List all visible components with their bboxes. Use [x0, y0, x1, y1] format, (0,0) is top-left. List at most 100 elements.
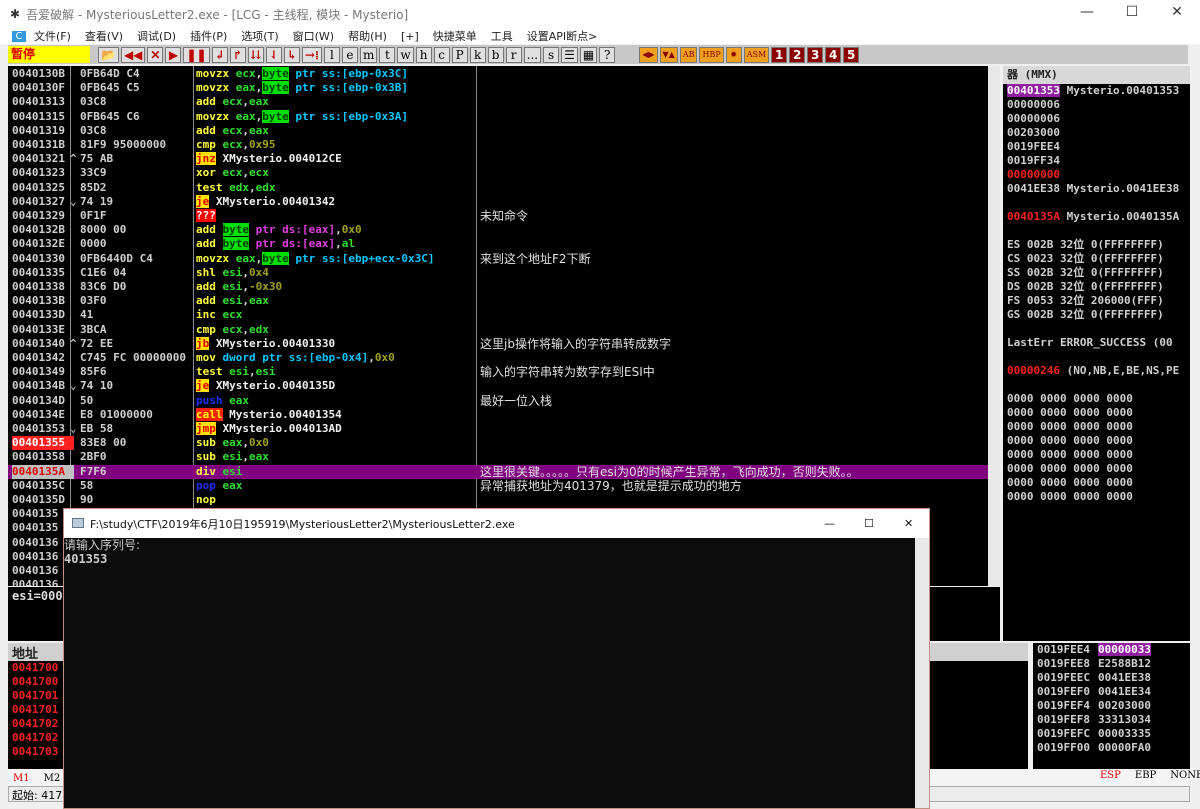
window-button-b[interactable]: b [487, 46, 504, 63]
register-line[interactable] [1003, 322, 1190, 336]
toolbar-button[interactable]: ✕ [147, 46, 164, 63]
toolbar-button[interactable]: ⇃ [265, 46, 282, 63]
menu-item[interactable]: 帮助(H) [348, 28, 387, 44]
menu-item[interactable]: 选项(T) [241, 28, 278, 44]
register-line[interactable]: 0041EE38 Mysterio.0041EE38 [1003, 182, 1190, 196]
menu-item[interactable]: 文件(F) [34, 28, 71, 44]
console-minimize-button[interactable]: — [824, 517, 835, 530]
disasm-row[interactable]: 00401329 0F1F??? 未知命令 [8, 209, 988, 223]
console-close-button[interactable]: ✕ [904, 517, 913, 530]
menu-item[interactable]: 查看(V) [85, 28, 123, 44]
disasm-row[interactable]: 00401325 85D2 test edx,edx [8, 181, 988, 195]
window-button-w[interactable]: w [397, 46, 414, 63]
toolbar-extra-button[interactable]: ? [599, 46, 616, 63]
disasm-row[interactable]: 00401321 ^ 75 AB jnz XMysterio.004012CE [8, 152, 988, 166]
disasm-row[interactable]: 00401340 ^ 72 EE jb XMysterio.00401330 这里jb操… [8, 336, 988, 351]
disasm-row[interactable]: 0040135C 58 pop eax 异常捕获地址为401379，也就是提示成功的地… [8, 479, 988, 493]
disasm-row[interactable]: 00401315 0FB645 C6 movzx eax,byte ptr ss:[… [8, 109, 988, 124]
menu-item[interactable]: 设置API断点> [527, 28, 598, 44]
stack-mode-ebp[interactable]: EBP [1135, 770, 1156, 781]
stack-row[interactable]: 0019FEF0 0041EE34 [1033, 685, 1190, 699]
register-line[interactable]: 0000 0000 0000 0000 [1003, 462, 1190, 476]
disasm-row[interactable]: 0040135D 90 nop [8, 493, 988, 507]
disasm-row[interactable]: 00401330 0FB6440D C4 movzx eax,byte ptr ss… [8, 251, 988, 266]
disasm-row[interactable]: 0040135A F7F6 div esi 这里很关键。。。。。只有esi为0的时候产… [8, 464, 988, 479]
disasm-row[interactable]: 0040131B 81F9 95000000 cmp ecx,0x95 [8, 138, 988, 152]
menu-item[interactable]: 窗口(W) [293, 28, 334, 44]
menu-item[interactable]: 调试(D) [137, 28, 176, 44]
disasm-row[interactable]: 0040130F 0FB645 C5 movzx eax,byte ptr ss:[… [8, 81, 988, 95]
console-input[interactable]: 401353 [64, 552, 929, 566]
toolbar-button[interactable]: ↲ [211, 46, 228, 63]
dump-tab[interactable]: M1 [13, 773, 30, 784]
stack-row[interactable]: 0019FEE8 E2588B12 [1033, 657, 1190, 671]
quick-button-2[interactable]: 2 [789, 46, 806, 63]
menu-item[interactable]: 插件(P) [190, 28, 227, 44]
disasm-row[interactable]: 00401349 85F6 test esi,esi 输入的字符串转为数字存到ESI中 [8, 365, 988, 379]
disasm-row[interactable]: 0040132E 0000 add byte ptr ds:[eax],al [8, 237, 988, 251]
menu-item[interactable]: 工具 [491, 28, 513, 44]
register-line[interactable]: GS 002B 32位 0(FFFFFFFF) [1003, 308, 1190, 322]
disasm-row[interactable]: 00401327 ⌄ 74 19 je XMysterio.00401342 [8, 194, 988, 209]
stack-row[interactable]: 0019FEF4 00203000 [1033, 699, 1190, 713]
window-button-P[interactable]: P [451, 46, 468, 63]
disasm-scrollbar[interactable] [988, 66, 1000, 586]
disasm-row[interactable]: 0040134B ⌄ 74 10 je XMysterio.0040135D [8, 379, 988, 393]
register-line[interactable]: FS 0053 32位 206000(FFF) [1003, 294, 1190, 308]
register-line[interactable] [1003, 378, 1190, 392]
window-button-m[interactable]: m [359, 46, 378, 63]
disasm-row[interactable]: 0040134D 50 push eax 最好一位入栈 [8, 394, 988, 408]
toolbar-button[interactable]: ❚❚ [183, 46, 210, 63]
plugin-button[interactable]: HBP [699, 46, 724, 63]
window-button-t[interactable]: t [379, 46, 396, 63]
toolbar-button[interactable]: 📂 [98, 46, 119, 63]
window-button-e[interactable]: e [341, 46, 358, 63]
plugin-button[interactable]: AB [679, 46, 698, 63]
minimize-button[interactable]: — [1072, 4, 1102, 20]
register-line[interactable]: 0000 0000 0000 0000 [1003, 406, 1190, 420]
register-line[interactable]: DS 002B 32位 0(FFFFFFFF) [1003, 280, 1190, 294]
register-line[interactable]: 0000 0000 0000 0000 [1003, 392, 1190, 406]
register-line[interactable] [1003, 350, 1190, 364]
console-scrollbar[interactable] [915, 538, 929, 808]
register-line[interactable] [1003, 196, 1190, 210]
register-line[interactable]: 0019FEE4 [1003, 140, 1190, 154]
stack-row[interactable]: 0019FEEC 0041EE38 [1033, 671, 1190, 685]
disasm-row[interactable]: 00401313 03C8 add ecx,eax [8, 95, 988, 109]
quick-button-5[interactable]: 5 [843, 46, 860, 63]
stack-row[interactable]: 0019FEFC 00003335 [1033, 727, 1190, 741]
plugin-button[interactable]: ASM [743, 46, 770, 63]
plugin-button[interactable]: ✹ [725, 46, 742, 63]
disasm-row[interactable]: 0040134E E8 01000000 call Mysterio.0040135… [8, 407, 988, 422]
disasm-row[interactable]: 00401338 83C6 D0 add esi,-0x30 [8, 280, 988, 294]
disasm-row[interactable]: 0040133E 3BCA cmp ecx,edx [8, 323, 988, 337]
stack-row[interactable]: 0019FF00 00000FA0 [1033, 741, 1190, 755]
plugin-button[interactable]: ◀▶ [639, 46, 658, 63]
disasm-row[interactable]: 00401358 2BF0 sub esi,eax [8, 450, 988, 464]
register-line[interactable] [1003, 224, 1190, 238]
disasm-row[interactable]: 00401355 83E8 00 sub eax,0x0 [8, 436, 988, 451]
register-line[interactable]: 00000006 [1003, 112, 1190, 126]
toolbar-button[interactable]: ↱ [229, 46, 246, 63]
register-line[interactable]: 0000 0000 0000 0000 [1003, 420, 1190, 434]
register-line[interactable]: CS 0023 32位 0(FFFFFFFF) [1003, 252, 1190, 266]
registers-pane[interactable]: 器 (MMX) 00401353 Mysterio.00401353 000000… [1003, 66, 1190, 641]
quick-button-3[interactable]: 3 [807, 46, 824, 63]
window-button-h[interactable]: h [415, 46, 432, 63]
disasm-row[interactable]: 00401353 ⌄ EB 58 jmp XMysterio.004013AD [8, 422, 988, 436]
stack-row[interactable]: 0019FEE4 00000033 [1033, 643, 1190, 657]
register-line[interactable]: SS 002B 32位 0(FFFFFFFF) [1003, 266, 1190, 280]
quick-button-1[interactable]: 1 [771, 46, 788, 63]
disasm-row[interactable]: 00401335 C1E6 04 shl esi,0x4 [8, 266, 988, 280]
stack-row[interactable]: 0019FEF8 33313034 [1033, 713, 1190, 727]
stack-pane[interactable]: 0019FEE4 00000033 0019FEE8 E2588B12 0019FEEC… [1033, 643, 1190, 769]
toolbar-button[interactable]: →⁞ [301, 46, 322, 63]
register-line[interactable]: 00000246 (NO,NB,E,BE,NS,PE [1003, 364, 1190, 378]
register-line[interactable]: LastErr ERROR_SUCCESS (00 [1003, 336, 1190, 350]
window-button-r[interactable]: r [505, 46, 522, 63]
window-button-c[interactable]: c [433, 46, 450, 63]
console-window[interactable]: F:\study\CTF\2019年6月10日195919\Mysterious… [63, 508, 930, 809]
register-line[interactable]: 0040135A Mysterio.0040135A [1003, 210, 1190, 224]
dump-tab[interactable]: M2 [44, 773, 61, 784]
window-button-k[interactable]: k [469, 46, 486, 63]
